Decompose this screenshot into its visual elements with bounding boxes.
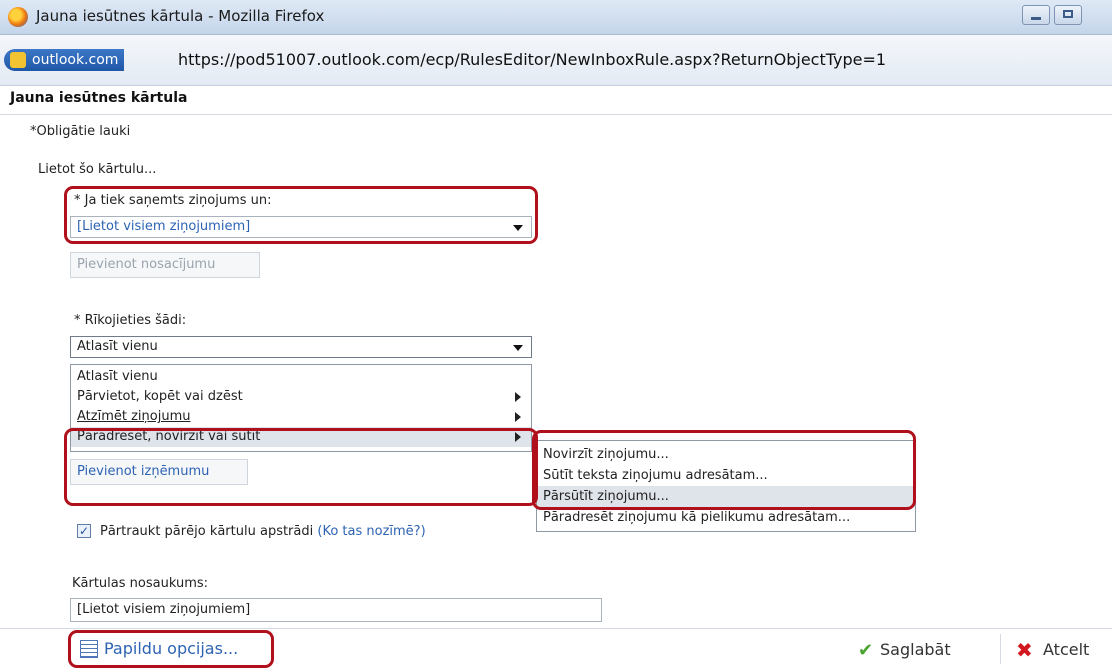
page-title: Jauna iesūtnes kārtula (10, 90, 188, 106)
action-selected-value: Atlasīt vienu (77, 339, 158, 354)
window-title-bar: Jauna iesūtnes kārtula - Mozilla Firefox (0, 0, 1112, 35)
maximize-button[interactable] (1054, 5, 1082, 25)
chevron-right-icon (515, 392, 521, 402)
cancel-button[interactable]: Atcelt (1043, 640, 1089, 659)
menu-item-mark-message[interactable]: Atzīmēt ziņojumu (71, 407, 531, 427)
submenu-item-forward-as-attachment[interactable]: Pāradresēt ziņojumu kā pielikumu adresāt… (537, 507, 915, 528)
save-button[interactable]: Saglabāt (880, 640, 951, 659)
window-title: Jauna iesūtnes kārtula - Mozilla Firefox (36, 7, 325, 25)
address-bar: outlook.com https://pod51007.outlook.com… (0, 35, 1112, 86)
footer-divider (0, 628, 1112, 629)
stop-processing-label: Pārtraukt pārējo kārtulu apstrādi (100, 524, 314, 539)
chevron-down-icon (513, 345, 523, 351)
menu-item-label: Atzīmēt ziņojumu (77, 409, 191, 424)
stop-processing-checkbox[interactable]: ✓ (77, 524, 91, 538)
apply-rule-label: Lietot šo kārtulu... (38, 162, 157, 177)
add-condition-button[interactable]: Pievienot nosacījumu (70, 252, 260, 278)
stop-processing-row: Pārtraukt pārējo kārtulu apstrādi (Ko ta… (100, 524, 426, 539)
submenu-item-label: Pāradresēt ziņojumu kā pielikumu adresāt… (543, 510, 851, 525)
highlight-more-options (68, 630, 274, 668)
menu-item-label: Pārvietot, kopēt vai dzēst (77, 389, 243, 404)
url-field[interactable]: https://pod51007.outlook.com/ecp/RulesEd… (178, 49, 886, 71)
page-header: Jauna iesūtnes kārtula (0, 86, 1112, 115)
required-note: *Obligātie lauki (30, 124, 131, 139)
site-badge-label: outlook.com (32, 52, 119, 68)
chevron-right-icon (515, 412, 521, 422)
highlight-redirect-submenu (532, 430, 916, 510)
menu-item-label: Atlasīt vienu (77, 369, 158, 384)
minimize-button[interactable] (1022, 5, 1050, 25)
site-identity-badge[interactable]: outlook.com (4, 49, 125, 71)
help-link[interactable]: (Ko tas nozīmē?) (317, 524, 425, 539)
outlook-icon (10, 52, 26, 68)
highlight-redirect-menu (64, 428, 538, 506)
firefox-icon (8, 7, 28, 27)
menu-item-select-one[interactable]: Atlasīt vienu (71, 367, 531, 387)
rule-name-input[interactable]: [Lietot visiem ziņojumiem] (70, 598, 602, 622)
checkmark-icon: ✔ (858, 640, 874, 661)
highlight-condition (64, 186, 538, 244)
rule-name-label: Kārtulas nosaukums: (72, 576, 209, 591)
menu-item-move-copy-delete[interactable]: Pārvietot, kopēt vai dzēst (71, 387, 531, 407)
action-select[interactable]: Atlasīt vienu (70, 336, 532, 358)
footer-separator (1000, 634, 1001, 664)
action-label: * Rīkojieties šādi: (74, 313, 187, 328)
close-icon: ✖ (1016, 638, 1033, 662)
